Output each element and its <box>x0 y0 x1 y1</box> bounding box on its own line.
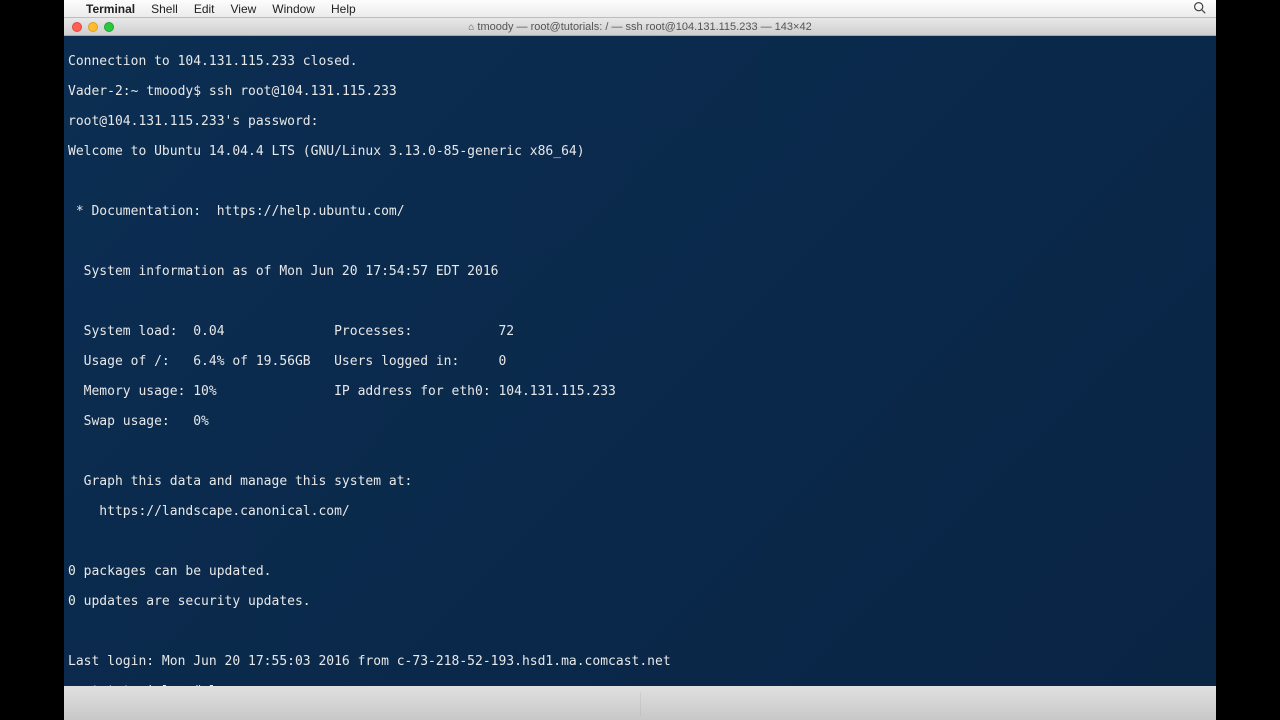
output-line: 0 updates are security updates. <box>68 594 1212 609</box>
output-line: System load: 0.04 Processes: 72 <box>68 324 1212 339</box>
menu-edit[interactable]: Edit <box>194 2 215 16</box>
zoom-window-button[interactable] <box>104 22 114 32</box>
output-line: https://landscape.canonical.com/ <box>68 504 1212 519</box>
window-title: ⌂ tmoody — root@tutorials: / — ssh root@… <box>64 21 1216 33</box>
macos-menubar: Terminal Shell Edit View Window Help <box>64 0 1216 18</box>
terminal-content[interactable]: Connection to 104.131.115.233 closed. Va… <box>64 36 1216 686</box>
menu-shell[interactable]: Shell <box>151 2 178 16</box>
output-line: * Documentation: https://help.ubuntu.com… <box>68 204 1212 219</box>
output-line: Swap usage: 0% <box>68 414 1212 429</box>
window-titlebar: ⌂ tmoody — root@tutorials: / — ssh root@… <box>64 18 1216 36</box>
spotlight-search-icon[interactable] <box>1193 1 1206 17</box>
close-window-button[interactable] <box>72 22 82 32</box>
home-icon: ⌂ <box>468 22 474 33</box>
output-line: root@104.131.115.233's password: <box>68 114 1212 129</box>
output-line: Usage of /: 6.4% of 19.56GB Users logged… <box>68 354 1212 369</box>
menu-app-name[interactable]: Terminal <box>86 2 135 16</box>
menu-view[interactable]: View <box>231 2 257 16</box>
output-line: Vader-2:~ tmoody$ ssh root@104.131.115.2… <box>68 84 1212 99</box>
menu-window[interactable]: Window <box>272 2 315 16</box>
output-line: Welcome to Ubuntu 14.04.4 LTS (GNU/Linux… <box>68 144 1212 159</box>
output-line: System information as of Mon Jun 20 17:5… <box>68 264 1212 279</box>
output-line: Last login: Mon Jun 20 17:55:03 2016 fro… <box>68 654 1212 669</box>
output-line: Connection to 104.131.115.233 closed. <box>68 54 1212 69</box>
menu-help[interactable]: Help <box>331 2 356 16</box>
output-line: Graph this data and manage this system a… <box>68 474 1212 489</box>
output-line: Memory usage: 10% IP address for eth0: 1… <box>68 384 1212 399</box>
minimize-window-button[interactable] <box>88 22 98 32</box>
dock-background <box>64 686 1216 720</box>
output-line: 0 packages can be updated. <box>68 564 1212 579</box>
